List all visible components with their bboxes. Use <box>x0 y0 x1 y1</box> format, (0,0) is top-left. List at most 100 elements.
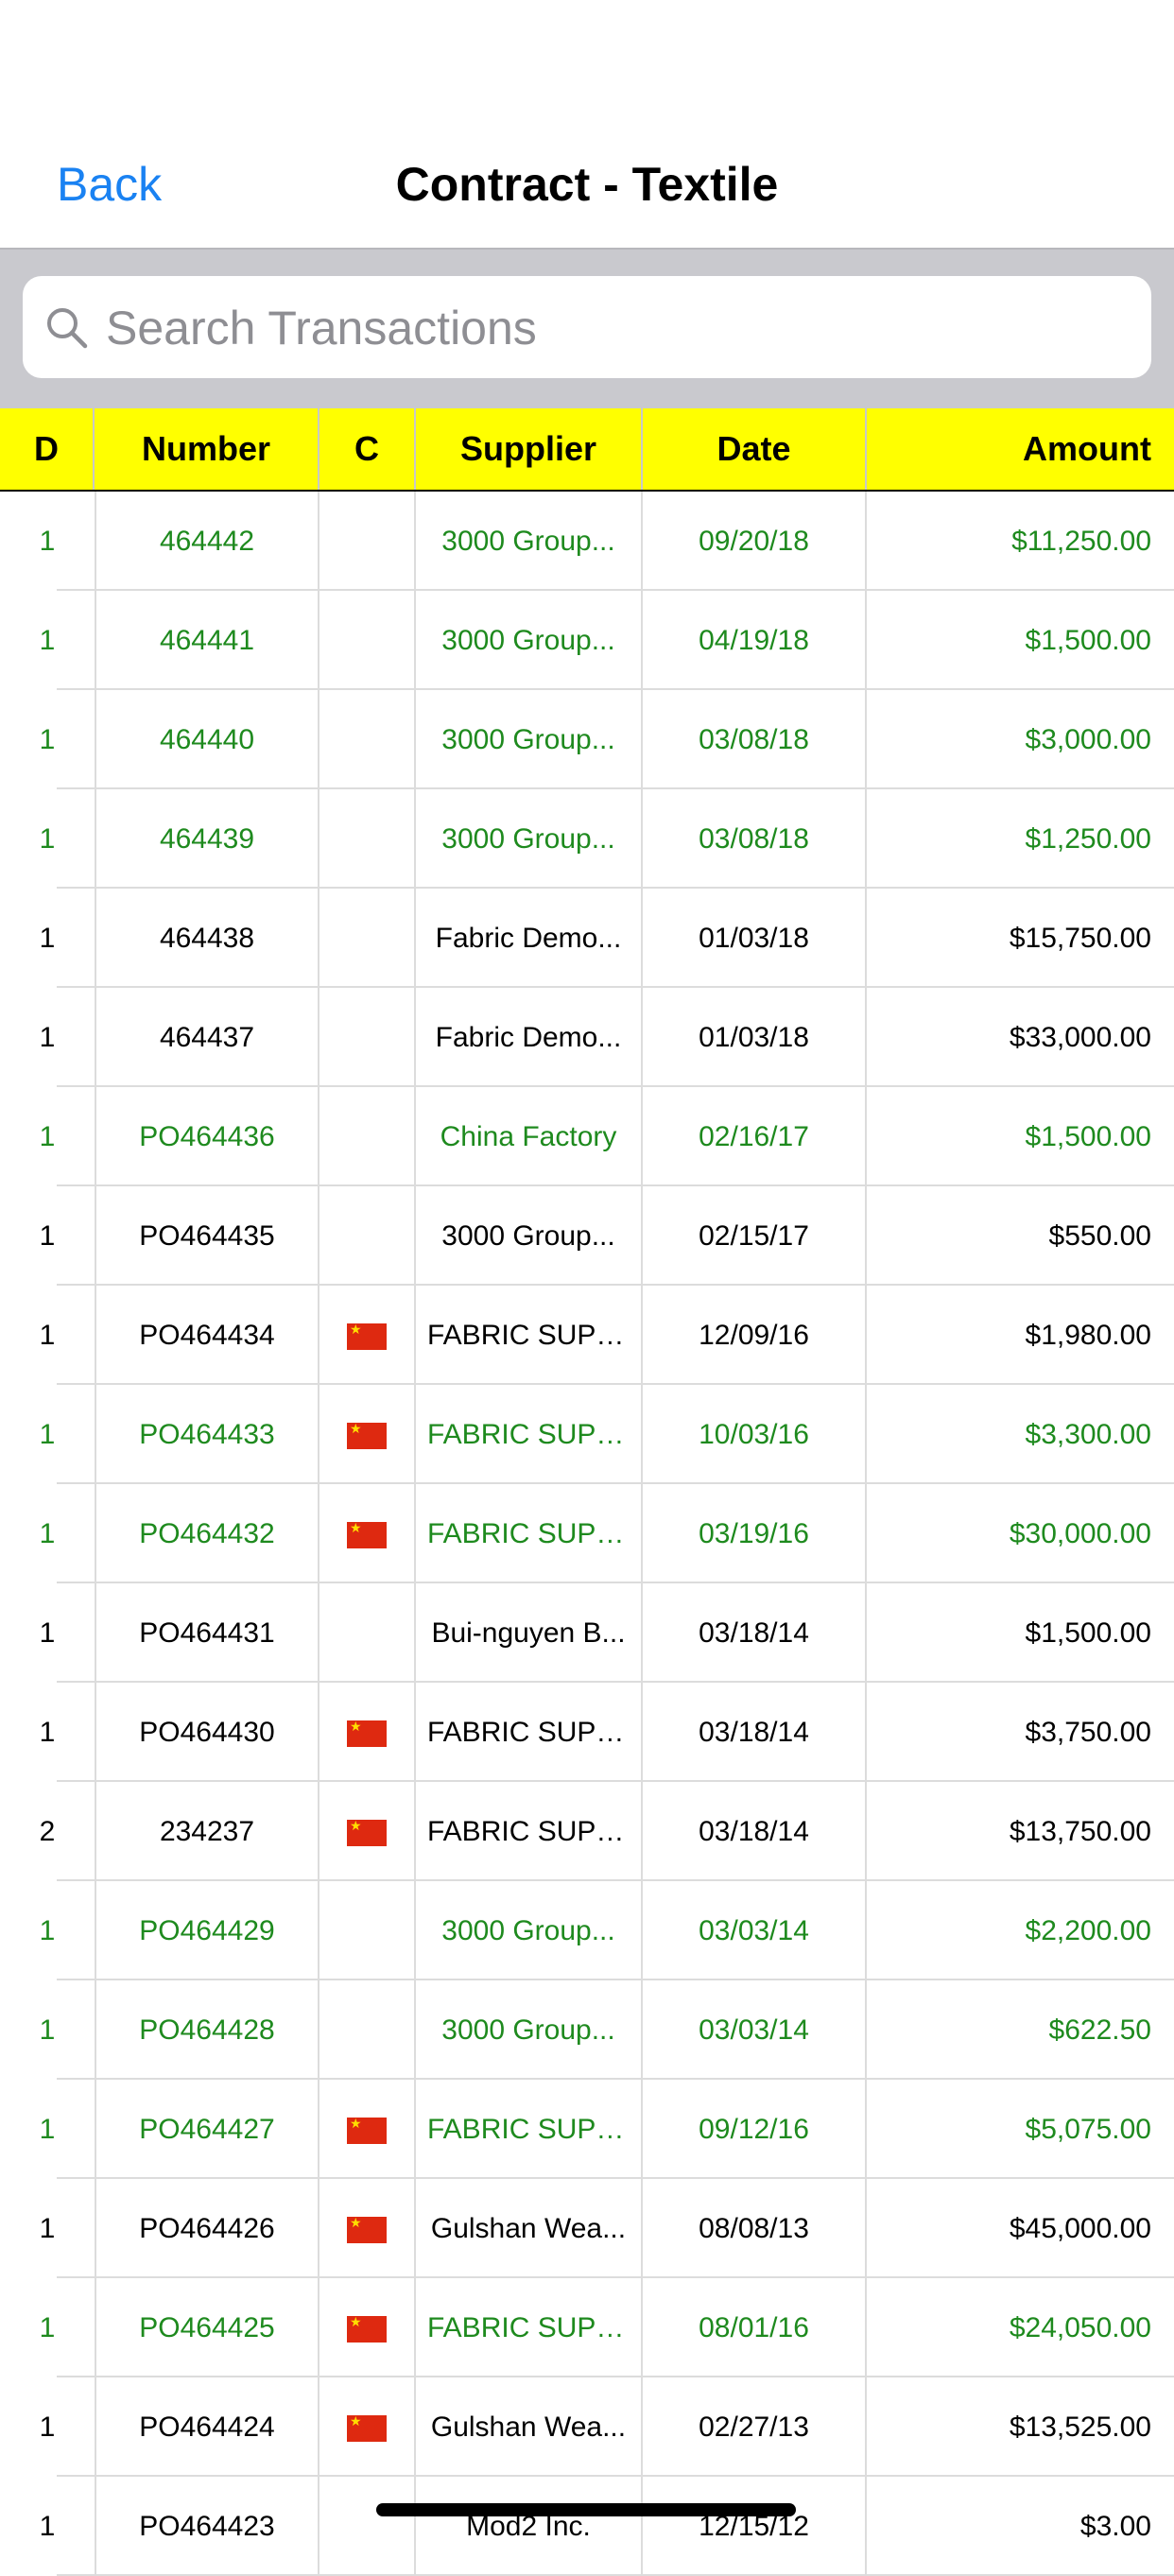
row-amount-cell: $3.00 <box>1079 2511 1151 2542</box>
row-d-cell: 1 <box>39 1617 56 1649</box>
column-header-d[interactable]: D <box>0 408 95 490</box>
table-row[interactable]: 1 PO464428 3000 Group... 03/03/14 $622.50 <box>0 1980 1174 2080</box>
china-flag-icon <box>347 2313 387 2343</box>
row-date-cell: 03/08/18 <box>643 789 867 889</box>
row-number-cell: 464441 <box>95 591 319 690</box>
row-d-cell: 1 <box>39 1419 56 1450</box>
row-country-cell <box>319 1385 416 1484</box>
table-row[interactable]: 1 PO464425 FABRIC SUPP...08/01/16 $24,050.0… <box>0 2278 1174 2377</box>
table-row[interactable]: 1 464441 3000 Group... 04/19/18 $1,500.00 <box>0 591 1174 690</box>
row-supplier-cell: 3000 Group... <box>416 789 643 889</box>
table-row[interactable]: 1 PO464434 FABRIC SUPP...12/09/16 $1,980.00 <box>0 1286 1174 1385</box>
row-country-cell <box>319 1980 416 2080</box>
row-amount-cell: $13,750.00 <box>1009 1816 1151 1847</box>
row-country-cell <box>319 1087 416 1186</box>
table-row[interactable]: 1 464438 Fabric Demo... 01/03/18 $15,750.00 <box>0 889 1174 988</box>
home-indicator <box>376 2503 796 2516</box>
row-supplier-cell: China Factory <box>416 1087 643 1186</box>
column-header-date[interactable]: Date <box>643 408 867 490</box>
row-number-cell: PO464433 <box>95 1385 319 1484</box>
row-d-cell: 1 <box>39 923 56 954</box>
table-row[interactable]: 1 PO464430 FABRIC SUPP...03/18/14 $3,750.00 <box>0 1683 1174 1782</box>
row-amount-cell: $24,050.00 <box>1009 2312 1151 2343</box>
row-d-cell: 1 <box>39 1518 56 1549</box>
row-country-cell <box>319 2179 416 2278</box>
table-row[interactable]: 1 PO464435 3000 Group... 02/15/17 $550.00 <box>0 1186 1174 1286</box>
row-country-cell <box>319 2080 416 2179</box>
table-row[interactable]: 1 PO464426 Gulshan Wea...08/08/13 $45,000.0… <box>0 2179 1174 2278</box>
table-row[interactable]: 1 PO464429 3000 Group... 03/03/14 $2,200.00 <box>0 1881 1174 1980</box>
row-number-cell: PO464423 <box>95 2477 319 2576</box>
row-d-cell: 1 <box>39 2114 56 2145</box>
table-row[interactable]: 1 PO464432 FABRIC SUPP...03/19/16 $30,000.0… <box>0 1484 1174 1583</box>
column-header-c[interactable]: C <box>319 408 416 490</box>
table-row[interactable]: 1 PO464431 Bui-nguyen B... 03/18/14 $1,500.0… <box>0 1583 1174 1683</box>
search-field[interactable] <box>23 276 1151 380</box>
row-d-cell: 1 <box>39 2412 56 2443</box>
row-number-cell: PO464431 <box>95 1583 319 1683</box>
row-amount-cell: $33,000.00 <box>1009 1022 1151 1053</box>
row-country-cell <box>319 591 416 690</box>
row-supplier-cell: FABRIC SUPP... <box>416 1683 643 1782</box>
china-flag-icon <box>347 1321 387 1351</box>
column-header-number[interactable]: Number <box>95 408 319 490</box>
table-row[interactable]: 1 PO464433 FABRIC SUPP...10/03/16 $3,300.00 <box>0 1385 1174 1484</box>
row-amount-cell: $1,250.00 <box>1025 823 1151 855</box>
china-flag-icon <box>347 1718 387 1748</box>
china-flag-icon <box>347 1420 387 1450</box>
row-country-cell <box>319 2477 416 2576</box>
row-date-cell: 03/19/16 <box>643 1484 867 1583</box>
search-input[interactable] <box>104 276 1129 380</box>
row-country-cell <box>319 988 416 1087</box>
row-amount-cell: $5,075.00 <box>1025 2114 1151 2145</box>
row-date-cell: 03/18/14 <box>643 1583 867 1683</box>
column-header-amount[interactable]: Amount <box>867 408 1174 490</box>
row-supplier-cell: FABRIC SUPP... <box>416 1484 643 1583</box>
row-supplier-cell: 3000 Group... <box>416 1881 643 1980</box>
search-icon <box>47 308 88 349</box>
row-amount-cell: $2,200.00 <box>1025 1915 1151 1946</box>
china-flag-icon <box>347 2115 387 2145</box>
row-supplier-cell: FABRIC SUPP... <box>416 1286 643 1385</box>
table-row[interactable]: 2 234237 FABRIC SUPP...03/18/14 $13,750.00 <box>0 1782 1174 1881</box>
row-number-cell: PO464426 <box>95 2179 319 2278</box>
row-number-cell: 464442 <box>95 492 319 591</box>
table-row[interactable]: 1 PO464424 Gulshan Wea...02/27/13 $13,525.0… <box>0 2377 1174 2477</box>
row-d-cell: 1 <box>39 625 56 656</box>
row-country-cell <box>319 2278 416 2377</box>
row-amount-cell: $30,000.00 <box>1009 1518 1151 1549</box>
china-flag-icon <box>347 2412 387 2443</box>
row-supplier-cell: Fabric Demo... <box>416 889 643 988</box>
row-number-cell: PO464432 <box>95 1484 319 1583</box>
row-d-cell: 1 <box>39 2312 56 2343</box>
table-row[interactable]: 1 PO464436 China Factory 02/16/17 $1,500.00 <box>0 1087 1174 1186</box>
row-supplier-cell: 3000 Group... <box>416 591 643 690</box>
row-country-cell <box>319 2377 416 2477</box>
table-row[interactable]: 1 PO464427 FABRIC SUPP...09/12/16 $5,075.00 <box>0 2080 1174 2179</box>
row-number-cell: 464440 <box>95 690 319 789</box>
row-supplier-cell: 3000 Group... <box>416 690 643 789</box>
row-amount-cell: $1,500.00 <box>1025 1617 1151 1649</box>
row-supplier-cell: 3000 Group... <box>416 1186 643 1286</box>
table-row[interactable]: 1 464439 3000 Group... 03/08/18 $1,250.00 <box>0 789 1174 889</box>
table-row[interactable]: 1 464442 3000 Group... 09/20/18 $11,250.00 <box>0 492 1174 591</box>
table-row[interactable]: 1 PO464423 Mod2 Inc. 12/15/12 $3.00 <box>0 2477 1174 2576</box>
row-amount-cell: $550.00 <box>1048 1220 1151 1252</box>
table-row[interactable]: 1 464437 Fabric Demo... 01/03/18 $33,000.00 <box>0 988 1174 1087</box>
row-amount-cell: $1,500.00 <box>1025 1121 1151 1152</box>
row-country-cell <box>319 690 416 789</box>
row-date-cell: 02/15/17 <box>643 1186 867 1286</box>
row-number-cell: 464437 <box>95 988 319 1087</box>
table-row[interactable]: 1 464440 3000 Group... 03/08/18 $3,000.00 <box>0 690 1174 789</box>
column-header-supplier[interactable]: Supplier <box>416 408 643 490</box>
row-date-cell: 03/08/18 <box>643 690 867 789</box>
transactions-table: 1 464442 3000 Group... 09/20/18 $11,250.00 1 4… <box>0 492 1174 2576</box>
row-number-cell: PO464425 <box>95 2278 319 2377</box>
row-d-cell: 1 <box>39 1915 56 1946</box>
row-number-cell: 464439 <box>95 789 319 889</box>
row-supplier-cell: Bui-nguyen B... <box>416 1583 643 1683</box>
navigation-bar: Back Contract - Textile <box>0 0 1174 250</box>
row-number-cell: PO464434 <box>95 1286 319 1385</box>
row-d-cell: 1 <box>39 1220 56 1252</box>
table-header: D Number C Supplier Date Amount <box>0 408 1174 492</box>
